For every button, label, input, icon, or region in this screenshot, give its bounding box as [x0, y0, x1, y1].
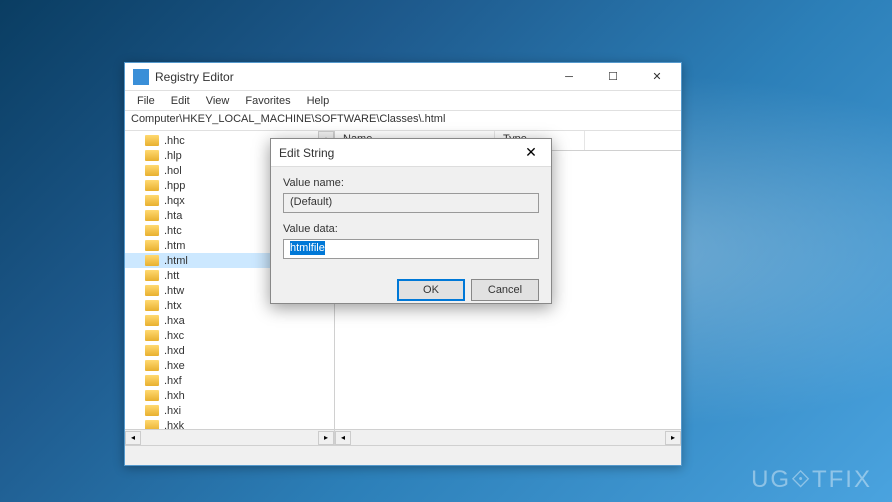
tree-item[interactable]: .hxa [125, 313, 334, 328]
watermark: UG⟐TFIX [751, 466, 872, 494]
menu-file[interactable]: File [129, 93, 163, 109]
dialog-close-button[interactable]: ✕ [519, 141, 543, 165]
menu-help[interactable]: Help [299, 93, 338, 109]
scroll-right-button[interactable]: ▸ [665, 431, 681, 445]
scroll-right-button[interactable]: ▸ [318, 431, 334, 445]
tree-item-label: .hxc [164, 330, 184, 342]
values-hscroll[interactable]: ◂ ▸ [335, 429, 681, 445]
tree-item[interactable]: .hxf [125, 373, 334, 388]
folder-icon [145, 240, 159, 251]
folder-icon [145, 255, 159, 266]
folder-icon [145, 375, 159, 386]
tree-item-label: .hhc [164, 135, 185, 147]
scroll-left-button[interactable]: ◂ [335, 431, 351, 445]
dialog-titlebar: Edit String ✕ [271, 139, 551, 167]
folder-icon [145, 360, 159, 371]
dialog-title: Edit String [279, 146, 519, 160]
tree-item-label: .hxi [164, 405, 181, 417]
folder-icon [145, 150, 159, 161]
menubar: File Edit View Favorites Help [125, 91, 681, 111]
tree-item-label: .htx [164, 300, 182, 312]
folder-icon [145, 225, 159, 236]
minimize-button[interactable]: ─ [547, 63, 591, 91]
tree-item-label: .hxh [164, 390, 185, 402]
folder-icon [145, 180, 159, 191]
tree-item-label: .hxd [164, 345, 185, 357]
value-data-label: Value data: [283, 223, 539, 235]
address-bar[interactable]: Computer\HKEY_LOCAL_MACHINE\SOFTWARE\Cla… [125, 111, 681, 131]
tree-item[interactable]: .hxh [125, 388, 334, 403]
dialog-body: Value name: (Default) Value data: htmlfi… [271, 167, 551, 279]
window-title: Registry Editor [155, 70, 547, 84]
cancel-button[interactable]: Cancel [471, 279, 539, 301]
folder-icon [145, 315, 159, 326]
edit-string-dialog: Edit String ✕ Value name: (Default) Valu… [270, 138, 552, 304]
ok-button[interactable]: OK [397, 279, 465, 301]
folder-icon [145, 345, 159, 356]
tree-item[interactable]: .hxe [125, 358, 334, 373]
folder-icon [145, 165, 159, 176]
tree-item[interactable]: .hxd [125, 343, 334, 358]
registry-icon [133, 69, 149, 85]
tree-item-label: .hxf [164, 375, 182, 387]
folder-icon [145, 390, 159, 401]
value-data-group: Value data: htmlfile [283, 223, 539, 259]
tree-item-label: .hqx [164, 195, 185, 207]
tree-item-label: .hpp [164, 180, 185, 192]
folder-icon [145, 330, 159, 341]
value-name-label: Value name: [283, 177, 539, 189]
tree-item-label: .hol [164, 165, 182, 177]
tree-item-label: .htt [164, 270, 179, 282]
folder-icon [145, 285, 159, 296]
folder-icon [145, 135, 159, 146]
value-name-input[interactable]: (Default) [283, 193, 539, 213]
folder-icon [145, 270, 159, 281]
folder-icon [145, 210, 159, 221]
tree-item[interactable]: .hxi [125, 403, 334, 418]
menu-edit[interactable]: Edit [163, 93, 198, 109]
window-controls: ─ ☐ ✕ [547, 63, 679, 91]
tree-item-label: .htc [164, 225, 182, 237]
value-name-group: Value name: (Default) [283, 177, 539, 213]
folder-icon [145, 405, 159, 416]
horizontal-scrollbars: ◂ ▸ ◂ ▸ [125, 429, 681, 445]
titlebar: Registry Editor ─ ☐ ✕ [125, 63, 681, 91]
menu-view[interactable]: View [198, 93, 238, 109]
tree-item-label: .htw [164, 285, 184, 297]
status-bar [125, 445, 681, 465]
tree-hscroll[interactable]: ◂ ▸ [125, 429, 335, 445]
value-data-input[interactable]: htmlfile [283, 239, 539, 259]
scroll-track[interactable] [351, 431, 665, 445]
tree-item-label: .hta [164, 210, 182, 222]
tree-item-label: .hxa [164, 315, 185, 327]
tree-item-label: .hlp [164, 150, 182, 162]
dialog-buttons: OK Cancel [271, 279, 551, 311]
tree-item-label: .htm [164, 240, 185, 252]
folder-icon [145, 300, 159, 311]
maximize-button[interactable]: ☐ [591, 63, 635, 91]
close-button[interactable]: ✕ [635, 63, 679, 91]
scroll-left-button[interactable]: ◂ [125, 431, 141, 445]
menu-favorites[interactable]: Favorites [237, 93, 298, 109]
folder-icon [145, 195, 159, 206]
scroll-track[interactable] [141, 431, 318, 445]
tree-item[interactable]: .hxc [125, 328, 334, 343]
tree-item-label: .hxe [164, 360, 185, 372]
tree-item-label: .html [164, 255, 188, 267]
